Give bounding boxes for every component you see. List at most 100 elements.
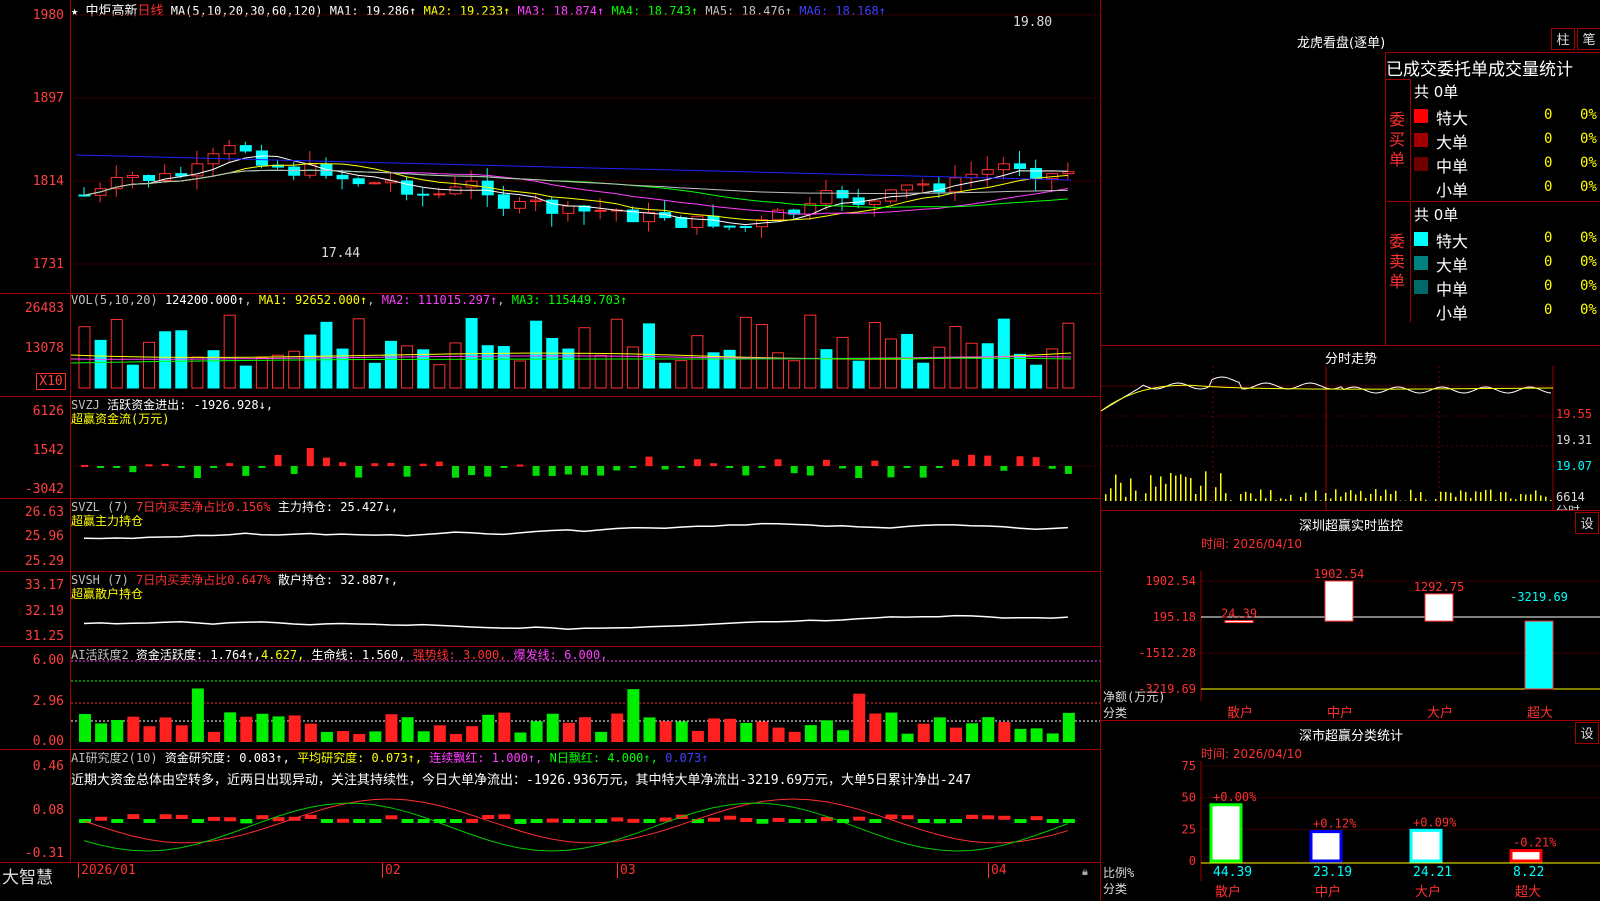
- research-bar: [902, 815, 914, 819]
- price-pane[interactable]: 1980 1897 1814 1731 ★ 中炬高新日线 MA(5,10,20,…: [0, 0, 1100, 294]
- candle: [885, 190, 896, 201]
- research-bar: [256, 815, 268, 819]
- order-type: 大单: [1436, 252, 1468, 276]
- volume-bar: [998, 319, 1009, 388]
- order-count: 0: [1544, 155, 1552, 171]
- candlestick-chart[interactable]: 19.8017.44: [71, 0, 1100, 293]
- intraday-volume: [1525, 495, 1527, 501]
- activity-bar: [192, 688, 204, 742]
- activity-bar: [902, 734, 914, 742]
- activity-bar: [466, 726, 478, 742]
- activity-bar: [321, 732, 333, 742]
- svzj-pane[interactable]: 6126 1542 -3042 SVZJ 活跃资金进出: -1926.928↓,…: [0, 396, 1100, 499]
- order-count: 0: [1544, 107, 1552, 123]
- intraday-volume: [1185, 477, 1187, 501]
- flow-bar: [791, 466, 798, 473]
- vol-tick: 13078: [0, 341, 64, 356]
- svsh-pane[interactable]: 33.17 32.19 31.25 SVSH (7) 7日内买卖净占比0.647…: [0, 571, 1100, 647]
- class-pct-label: +0.12%: [1313, 817, 1357, 831]
- intraday-chart[interactable]: 19.5519.3119.076614分时: [1101, 366, 1600, 511]
- volume-bar: [627, 347, 638, 388]
- intraday-volume: [1205, 471, 1207, 501]
- class-bar: [1511, 851, 1541, 861]
- volume-pane[interactable]: 26483 13078 X10 VOL(5,10,20) 124200.000↑…: [0, 293, 1100, 397]
- color-swatch: [1414, 181, 1428, 195]
- order-row: 小单00%: [1412, 300, 1600, 322]
- class-bar-chart: 7550250+0.00%44.39散户+0.12%23.19中户+0.09%2…: [1101, 741, 1600, 901]
- activity-bar: [966, 723, 978, 742]
- volume-bar: [450, 343, 461, 388]
- buy-orders-label: 委买单: [1389, 110, 1407, 170]
- volume-bar: [256, 358, 267, 388]
- class-bar: [1311, 832, 1341, 861]
- flow-bar: [839, 466, 846, 468]
- flow-bar: [597, 466, 604, 476]
- flow-bar: [1000, 466, 1007, 471]
- volume-bar: [740, 317, 751, 388]
- research-bar: [692, 819, 704, 823]
- intraday-panel[interactable]: 分时走势 19.5519.3119.076614分时: [1100, 345, 1600, 511]
- activity-bar: [144, 726, 156, 742]
- ai-research-pane[interactable]: 0.46 0.08 -0.31 AI研究度2(10) 资金研究度: 0.083↑…: [0, 749, 1100, 862]
- main-holdings-chart[interactable]: [71, 498, 1100, 571]
- color-swatch: [1414, 133, 1428, 147]
- volume-bar: [595, 355, 606, 388]
- candle: [256, 151, 267, 165]
- order-type: 小单: [1436, 300, 1468, 324]
- intraday-volume: [1335, 489, 1337, 501]
- intraday-volume: [1495, 500, 1497, 501]
- lock-icon[interactable]: 🔒︎: [1082, 865, 1088, 879]
- capital-flow-chart[interactable]: [71, 396, 1100, 498]
- order-row: 大单00%: [1412, 252, 1600, 274]
- research-bar: [385, 815, 397, 819]
- sz-bar: [1325, 581, 1353, 621]
- ai-activity-pane[interactable]: 6.00 2.96 0.00 AI活跃度2 资金活跃度: 1.764↑,4.62…: [0, 646, 1100, 750]
- bar-view-button[interactable]: 柱: [1551, 28, 1575, 50]
- research-chart[interactable]: [71, 749, 1100, 862]
- volume-bar: [644, 324, 655, 388]
- candle: [563, 206, 574, 213]
- candle: [127, 176, 138, 178]
- activity-bar: [708, 718, 720, 742]
- volume-chart[interactable]: [71, 293, 1100, 396]
- flow-bar: [823, 460, 830, 466]
- volume-bar: [127, 365, 138, 388]
- price-tick: 1731: [0, 257, 64, 272]
- flow-bar: [742, 466, 749, 475]
- intraday-tick: 19.07: [1556, 459, 1592, 473]
- activity-bar: [982, 717, 994, 742]
- class-ylabel: 比例%: [1103, 866, 1135, 880]
- activity-bar: [208, 732, 220, 742]
- avg-line: [1101, 385, 1553, 411]
- flow-bar: [178, 466, 185, 468]
- candle: [692, 216, 703, 227]
- class-tick: 0: [1189, 854, 1196, 868]
- research-bar: [789, 819, 801, 823]
- intraday-volume: [1175, 475, 1177, 501]
- intraday-volume: [1280, 498, 1282, 501]
- research-bar: [305, 815, 317, 819]
- order-count: 0: [1544, 230, 1552, 246]
- research-bar: [547, 819, 559, 823]
- flow-bar: [500, 466, 507, 468]
- intraday-volume: [1500, 492, 1502, 501]
- flow-bar: [307, 448, 314, 466]
- intraday-volume: [1140, 500, 1142, 501]
- flow-bar: [726, 466, 733, 468]
- flow-bar: [1033, 457, 1040, 466]
- retail-holdings-chart[interactable]: [71, 571, 1100, 646]
- tick-view-button[interactable]: 笔: [1577, 28, 1600, 50]
- flow-bar: [871, 461, 878, 466]
- flow-bar: [662, 466, 669, 469]
- ai2-axis: 0.46 0.08 -0.31: [0, 749, 71, 862]
- price-tick: 1897: [0, 91, 64, 106]
- activity-bar: [337, 731, 349, 742]
- svzl-pane[interactable]: 26.63 25.96 25.29 SVZL (7) 7日内买卖净占比0.156…: [0, 498, 1100, 572]
- intraday-volume: [1270, 490, 1272, 501]
- sz-value-label: 24.39: [1221, 607, 1257, 621]
- research-bar: [1047, 819, 1059, 823]
- flow-bar: [81, 465, 88, 467]
- candle: [982, 170, 993, 175]
- activity-chart[interactable]: [71, 646, 1100, 749]
- research-bar: [563, 819, 575, 823]
